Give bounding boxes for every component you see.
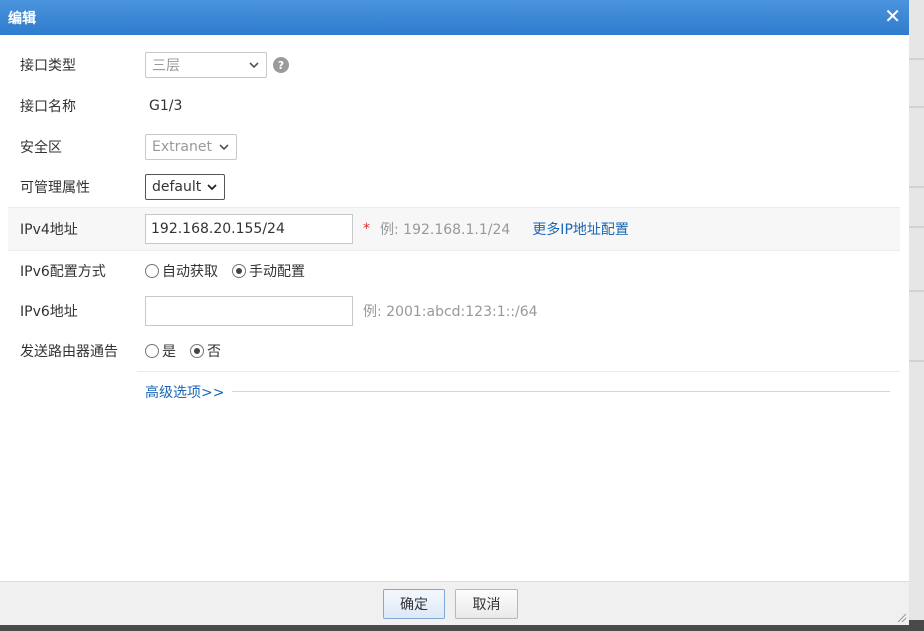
radio-circle — [145, 264, 159, 278]
interface-name-value: G1/3 — [149, 98, 183, 114]
manage-attr-label: 可管理属性 — [20, 180, 90, 196]
row-router-advert: 发送路由器通告 是 否 — [8, 331, 900, 371]
radio-manual-config[interactable]: 手动配置 — [232, 261, 305, 281]
ipv6-input[interactable] — [145, 296, 353, 326]
radio-circle — [145, 344, 159, 358]
radio-yes[interactable]: 是 — [145, 341, 176, 361]
ipv4-example: 例: 192.168.1.1/24 — [380, 222, 511, 238]
radio-circle-selected — [232, 264, 246, 278]
interface-type-select[interactable]: 三层 — [145, 52, 267, 78]
row-ipv6-addr: IPv6地址 例: 2001:abcd:123:1::/64 — [8, 291, 900, 331]
manage-attr-select[interactable]: default — [145, 174, 226, 200]
edit-dialog: 编辑 ✕ 接口类型 三层 ? 接口名称 G1/3 安全区 Extranet 可管… — [0, 0, 909, 625]
divider — [137, 371, 900, 372]
advanced-divider — [232, 391, 890, 392]
row-ipv4: IPv4地址 192.168.20.155/24 * 例: 192.168.1.… — [8, 207, 900, 251]
ipv6-mode-label: IPv6配置方式 — [20, 264, 106, 280]
ipv4-input[interactable]: 192.168.20.155/24 — [145, 214, 353, 244]
ipv4-label: IPv4地址 — [20, 222, 78, 238]
resize-grip-icon[interactable] — [897, 613, 907, 623]
row-ipv6-mode: IPv6配置方式 自动获取 手动配置 — [8, 251, 900, 291]
dialog-footer: 确定 取消 — [0, 581, 909, 625]
ok-button[interactable]: 确定 — [383, 589, 445, 619]
radio-auto-obtain[interactable]: 自动获取 — [145, 261, 218, 281]
security-zone-value: Extranet — [152, 139, 212, 155]
radio-auto-obtain-label: 自动获取 — [162, 264, 218, 280]
manage-attr-value: default — [152, 179, 202, 195]
interface-name-label: 接口名称 — [20, 99, 76, 115]
row-interface-name: 接口名称 G1/3 — [8, 86, 900, 126]
radio-circle-selected — [190, 344, 204, 358]
interface-type-label: 接口类型 — [20, 58, 76, 74]
radio-no-label: 否 — [207, 344, 221, 360]
background-panel-strip — [909, 0, 924, 631]
radio-manual-config-label: 手动配置 — [249, 264, 305, 280]
chevron-down-icon — [207, 184, 217, 191]
more-ip-config-link[interactable]: 更多IP地址配置 — [532, 219, 629, 239]
row-security-zone: 安全区 Extranet — [8, 127, 900, 167]
router-advert-label: 发送路由器通告 — [20, 344, 118, 360]
required-mark: * — [363, 221, 370, 237]
interface-type-value: 三层 — [152, 58, 180, 74]
dialog-titlebar: 编辑 ✕ — [0, 0, 909, 35]
radio-no[interactable]: 否 — [190, 341, 221, 361]
help-icon[interactable]: ? — [273, 57, 289, 73]
ipv6-addr-label: IPv6地址 — [20, 304, 78, 320]
security-zone-label: 安全区 — [20, 140, 62, 156]
chevron-down-icon — [249, 62, 259, 69]
row-manage-attr: 可管理属性 default — [8, 167, 900, 207]
row-interface-type: 接口类型 三层 ? — [8, 45, 900, 85]
ipv6-example: 例: 2001:abcd:123:1::/64 — [363, 304, 538, 320]
chevron-down-icon — [219, 144, 229, 151]
radio-yes-label: 是 — [162, 344, 176, 360]
security-zone-select[interactable]: Extranet — [145, 134, 237, 160]
cancel-button[interactable]: 取消 — [455, 589, 518, 619]
close-icon[interactable]: ✕ — [884, 3, 901, 29]
dialog-title: 编辑 — [8, 11, 36, 27]
advanced-options-link[interactable]: 高级选项>> — [145, 382, 224, 402]
